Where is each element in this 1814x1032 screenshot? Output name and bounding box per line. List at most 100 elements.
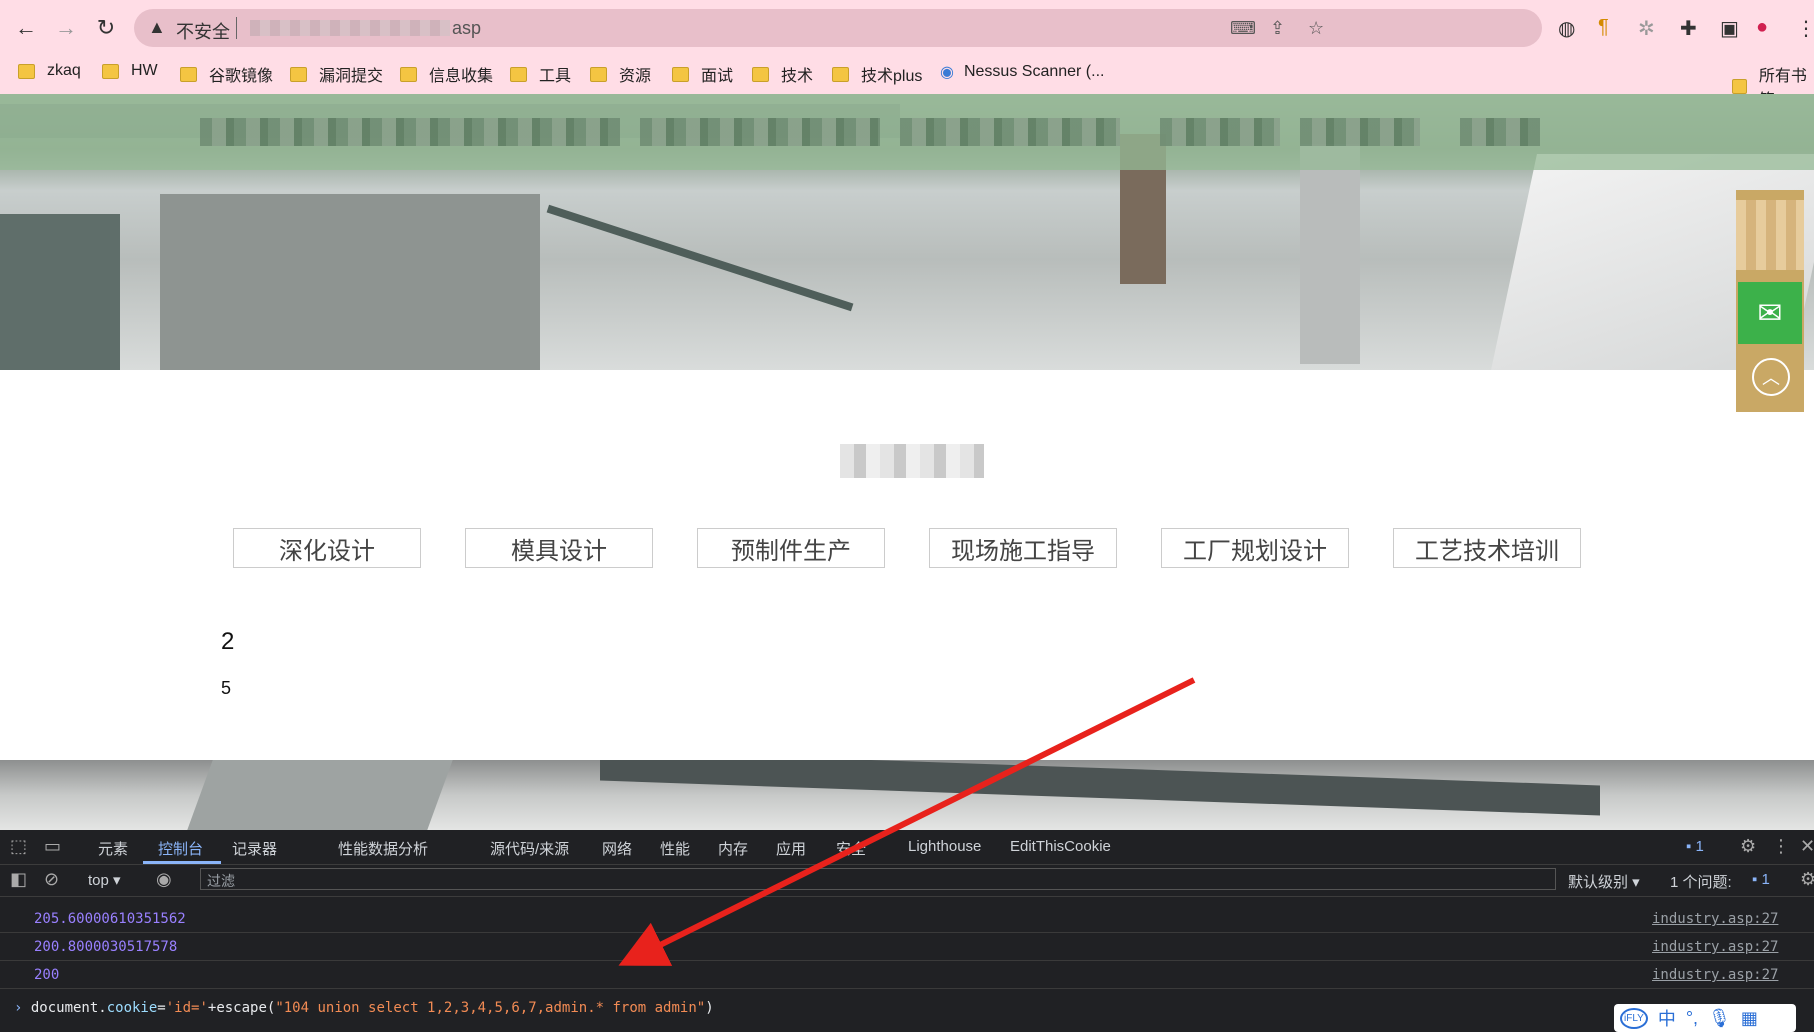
tab-recorder[interactable]: 记录器	[232, 838, 277, 859]
device-toggle-icon[interactable]: ▭	[44, 836, 61, 857]
context-selector[interactable]: top ▾	[88, 871, 121, 889]
warning-icon: ▲	[148, 17, 166, 37]
tab-performance-insights[interactable]: 性能数据分析	[338, 838, 428, 859]
tab-performance[interactable]: 性能	[660, 838, 690, 859]
service-tab[interactable]: 模具设计	[465, 528, 653, 568]
profile-avatar-icon[interactable]: ●	[1756, 16, 1768, 39]
ime-toolbar[interactable]: iFLY 中 °, 🎙 ▦	[1614, 1004, 1796, 1032]
wechat-icon[interactable]: ✉	[1738, 282, 1802, 344]
globe-extension-icon[interactable]: ◍	[1558, 16, 1575, 41]
folder-icon	[180, 66, 197, 82]
filter-input[interactable]: 过滤	[200, 868, 1556, 890]
service-tab[interactable]: 工厂规划设计	[1161, 528, 1349, 568]
eye-icon[interactable]: ◉	[156, 869, 172, 890]
folder-icon	[590, 66, 607, 82]
tab-console[interactable]: 控制台	[158, 838, 203, 859]
folder-icon	[102, 63, 119, 79]
folder-icon	[18, 63, 35, 79]
issues-label[interactable]: 1 个问题:	[1670, 871, 1732, 892]
bookmark-nessus[interactable]: ◉ Nessus Scanner (...	[940, 62, 1104, 82]
tab-editthiscookie[interactable]: EditThisCookie	[1010, 838, 1111, 855]
input-mode[interactable]: 中	[1658, 1005, 1676, 1031]
tab-application[interactable]: 应用	[776, 838, 806, 859]
message-icon: ▪	[1686, 838, 1696, 855]
blurred-nav[interactable]	[1460, 118, 1540, 146]
issues-count-badge[interactable]: ▪ 1	[1686, 838, 1704, 855]
bookmark-folder[interactable]: 面试	[672, 62, 733, 86]
folder-icon	[672, 66, 689, 82]
issues-badge[interactable]: ▪ 1	[1752, 871, 1770, 888]
service-tab[interactable]: 预制件生产	[697, 528, 885, 568]
second-banner-image	[0, 760, 1814, 830]
tab-lighthouse[interactable]: Lighthouse	[908, 838, 981, 855]
blurred-nav[interactable]	[1300, 118, 1420, 146]
punctuation-icon[interactable]: °,	[1686, 1008, 1698, 1029]
blurred-nav[interactable]	[1160, 118, 1280, 146]
content-value: 2	[221, 628, 235, 655]
back-icon[interactable]: ←	[10, 12, 42, 44]
console-log-row: 205.60000610351562 industry.asp:27	[0, 906, 1814, 933]
apps-grid-icon[interactable]: ▦	[1741, 1008, 1758, 1029]
inspect-icon[interactable]: ⬚	[10, 836, 27, 857]
browser-toolbar: ← → ↻ ▲ 不安全 asp ⌨ ⇪ ☆ ◍ ¶ ✲ ✚ ▣ ● ⋮ zkaq…	[0, 0, 1814, 109]
precast-panels	[160, 194, 540, 370]
more-options-icon[interactable]: ⋮	[1772, 836, 1790, 857]
star-icon[interactable]: ☆	[1308, 18, 1324, 39]
clear-console-icon[interactable]: ⊘	[44, 869, 59, 890]
sidepanel-icon[interactable]: ▣	[1720, 16, 1739, 41]
folder-icon	[832, 66, 849, 82]
forward-icon[interactable]: →	[50, 12, 82, 44]
back-to-top-icon[interactable]: ︿	[1752, 358, 1790, 396]
folder-icon	[290, 66, 307, 82]
tab-memory[interactable]: 内存	[718, 838, 748, 859]
console-toolbar: ◧ ⊘ top ▾ ◉ 过滤 默认级别 ▾ 1 个问题: ▪ 1 ⚙	[0, 864, 1814, 897]
beam	[546, 204, 854, 312]
blurred-nav[interactable]	[200, 118, 620, 146]
floating-sidebar: ✉ ︿	[1736, 190, 1804, 412]
puzzle-icon[interactable]: ✚	[1680, 16, 1697, 41]
log-level-dropdown[interactable]: 默认级别 ▾	[1568, 871, 1640, 892]
tab-network[interactable]: 网络	[602, 838, 632, 859]
stair-structure	[187, 760, 453, 830]
content-value: 5	[221, 678, 232, 698]
bookmark-folder[interactable]: 技术plus	[832, 62, 922, 86]
folder-icon	[400, 66, 417, 82]
bookmark-folder[interactable]: HW	[102, 62, 158, 80]
bookmark-folder[interactable]: 技术	[752, 62, 813, 86]
console-input-line[interactable]: › document.cookie='id='+escape("104 unio…	[14, 1000, 714, 1016]
blurred-nav[interactable]	[900, 118, 1120, 146]
console-settings-icon[interactable]: ⚙	[1800, 869, 1814, 890]
console-log-row: 200.8000030517578 industry.asp:27	[0, 934, 1814, 961]
bookmark-folder[interactable]: zkaq	[18, 62, 81, 80]
blurred-nav[interactable]	[640, 118, 880, 146]
bookmarks-bar: zkaq HW 谷歌镜像 漏洞提交 信息收集 工具 资源 面试 技术 技术plu…	[0, 56, 1814, 109]
address-bar[interactable]: ▲ 不安全 asp ⌨ ⇪ ☆	[134, 9, 1542, 47]
tab-elements[interactable]: 元素	[98, 838, 128, 859]
reload-icon[interactable]: ↻	[90, 12, 122, 44]
translate-icon[interactable]: ⌨	[1230, 18, 1256, 39]
shield-extension-icon[interactable]: ✲	[1638, 16, 1655, 41]
bookmark-folder[interactable]: 资源	[590, 62, 651, 86]
prompt-chevron-icon: ›	[14, 1000, 31, 1016]
sidebar-toggle-icon[interactable]: ◧	[10, 869, 27, 890]
section-title-blurred	[840, 444, 984, 478]
factory-roof	[600, 760, 1600, 816]
service-tab[interactable]: 深化设计	[233, 528, 421, 568]
blurred-contact[interactable]	[1736, 200, 1804, 270]
bookmark-folder[interactable]: 信息收集	[400, 62, 493, 86]
menu-icon[interactable]: ⋮	[1796, 16, 1814, 41]
url-text[interactable]: asp	[452, 18, 481, 39]
tab-sources[interactable]: 源代码/来源	[490, 838, 569, 859]
paragraph-extension-icon[interactable]: ¶	[1598, 16, 1609, 39]
service-tab[interactable]: 工艺技术培训	[1393, 528, 1581, 568]
close-icon[interactable]: ✕	[1800, 836, 1814, 857]
tab-security[interactable]: 安全	[836, 838, 866, 859]
settings-gear-icon[interactable]: ⚙	[1740, 836, 1756, 857]
bookmark-folder[interactable]: 工具	[510, 62, 571, 86]
service-tab[interactable]: 现场施工指导	[929, 528, 1117, 568]
bookmark-folder[interactable]: 谷歌镜像	[180, 62, 273, 86]
microphone-icon[interactable]: 🎙	[1708, 1008, 1731, 1029]
security-label[interactable]: 不安全	[176, 18, 230, 44]
share-icon[interactable]: ⇪	[1270, 18, 1285, 39]
bookmark-folder[interactable]: 漏洞提交	[290, 62, 383, 86]
